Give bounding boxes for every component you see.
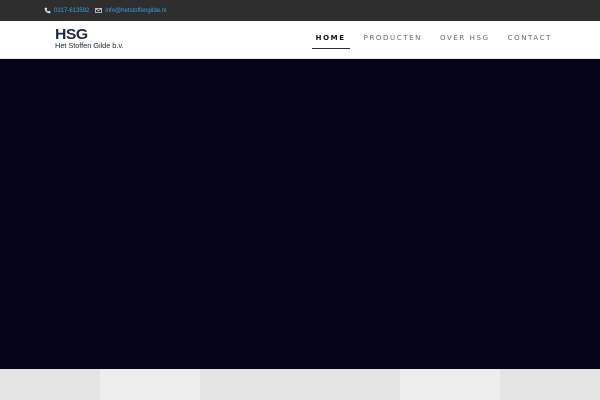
hero-banner <box>0 59 600 369</box>
product-tile-1[interactable] <box>0 369 100 400</box>
envelope-icon <box>95 8 103 13</box>
top-bar: 0317-613592 info@hetstoffengilde.nl <box>0 0 600 21</box>
nav-item-home[interactable]: HOME <box>311 21 350 59</box>
product-tile-6[interactable] <box>500 369 600 400</box>
product-tile-5[interactable] <box>400 369 500 400</box>
logo-link[interactable]: HSG Het Stoffen Gilde b.v. <box>55 27 124 50</box>
site-header: HSG Het Stoffen Gilde b.v. HOME PRODUCTE… <box>0 21 600 59</box>
product-tile-3[interactable] <box>200 369 300 400</box>
product-tile-2[interactable] <box>100 369 200 400</box>
logo-subtitle: Het Stoffen Gilde b.v. <box>55 41 124 50</box>
product-tile-4[interactable] <box>300 369 400 400</box>
main-nav: HOME PRODUCTEN OVER HSG CONTACT <box>302 21 556 59</box>
email-link[interactable]: info@hetstoffengilde.nl <box>95 7 166 14</box>
phone-number: 0317-613592 <box>54 7 90 14</box>
product-tiles <box>0 369 600 400</box>
nav-item-contact[interactable]: CONTACT <box>504 21 556 59</box>
nav-item-over-hsg[interactable]: OVER HSG <box>436 21 494 59</box>
email-address: info@hetstoffengilde.nl <box>105 7 167 14</box>
logo-mark: HSG <box>55 26 88 43</box>
nav-item-producten[interactable]: PRODUCTEN <box>360 21 426 59</box>
phone-icon <box>44 7 51 14</box>
phone-link[interactable]: 0317-613592 <box>44 7 89 14</box>
